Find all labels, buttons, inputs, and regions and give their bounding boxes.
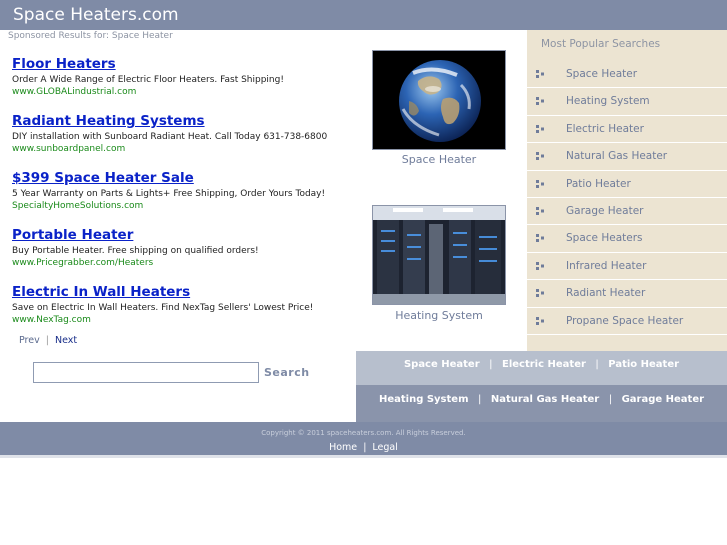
bullet-icon: [536, 289, 544, 298]
ad-item: Radiant Heating Systems DIY installation…: [12, 113, 362, 170]
bullet-icon: [536, 124, 544, 133]
popular-searches-list: Space Heater Heating System Electric Hea…: [527, 61, 727, 335]
earth-image-graphic: [373, 51, 505, 149]
popular-search-label: Space Heater: [566, 68, 638, 80]
ad-list: Floor Heaters Order A Wide Range of Elec…: [12, 56, 362, 341]
band-link[interactable]: Space Heater: [404, 359, 480, 370]
bullet-icon: [536, 316, 544, 325]
ad-item: Electric In Wall Heaters Save on Electri…: [12, 284, 362, 341]
popular-search-label: Electric Heater: [566, 122, 644, 135]
popular-search-item[interactable]: Space Heater: [527, 61, 727, 89]
popular-search-item[interactable]: Radiant Heater: [527, 280, 727, 308]
ad-url[interactable]: www.NexTag.com: [12, 315, 362, 326]
earth-image[interactable]: [372, 50, 506, 150]
ad-description: Order A Wide Range of Electric Floor Hea…: [12, 75, 284, 85]
sponsored-label: Sponsored Results for: Space Heater: [8, 31, 173, 41]
space-heater-caption[interactable]: Space Heater: [372, 153, 506, 166]
footer-separator: |: [363, 442, 367, 453]
ad-description: Buy Portable Heater. Free shipping on qu…: [12, 246, 259, 256]
bullet-icon: [536, 206, 544, 215]
pager: Prev | Next: [19, 335, 77, 346]
popular-searches-panel: Most Popular Searches Space Heater Heati…: [527, 30, 727, 351]
related-links: Space Heater | Electric Heater | Patio H…: [404, 359, 679, 370]
popular-search-label: Space Heaters: [566, 232, 643, 245]
related-links-band-top: Space Heater | Electric Heater | Patio H…: [356, 351, 727, 385]
legal-link[interactable]: Legal: [372, 442, 397, 453]
band-link[interactable]: Natural Gas Heater: [491, 394, 599, 405]
popular-search-item[interactable]: Garage Heater: [527, 198, 727, 226]
ad-title-link[interactable]: $399 Space Heater Sale: [12, 170, 362, 187]
popular-search-label: Garage Heater: [566, 204, 644, 217]
search-button[interactable]: Search: [264, 366, 310, 379]
popular-search-item[interactable]: Propane Space Heater: [527, 308, 727, 335]
site-footer: Copyright © 2011 spaceheaters.com. All R…: [0, 422, 727, 455]
popular-search-label: Propane Space Heater: [566, 314, 684, 327]
popular-search-label: Heating System: [566, 95, 650, 108]
next-link[interactable]: Next: [55, 335, 77, 346]
band-link[interactable]: Garage Heater: [622, 394, 704, 405]
band-link[interactable]: Patio Heater: [608, 359, 679, 370]
popular-search-label: Radiant Heater: [566, 287, 646, 300]
popular-search-label: Patio Heater: [566, 177, 631, 190]
band-link[interactable]: Electric Heater: [502, 359, 586, 370]
bullet-icon: [536, 152, 544, 161]
ad-title-link[interactable]: Radiant Heating Systems: [12, 113, 362, 130]
ad-description: 5 Year Warranty on Parts & Lights+ Free …: [12, 189, 326, 199]
ad-title-link[interactable]: Electric In Wall Heaters: [12, 284, 362, 301]
popular-search-item[interactable]: Natural Gas Heater: [527, 143, 727, 171]
ad-title-link[interactable]: Floor Heaters: [12, 56, 362, 73]
site-header: Space Heaters.com: [0, 0, 727, 30]
site-title[interactable]: Space Heaters.com: [13, 4, 179, 26]
copyright-text: Copyright © 2011 spaceheaters.com. All R…: [261, 429, 466, 437]
related-links: Heating System | Natural Gas Heater | Ga…: [379, 394, 704, 405]
ad-url[interactable]: SpecialtyHomeSolutions.com: [12, 201, 362, 212]
band-link[interactable]: Heating System: [379, 394, 469, 405]
server-room-image-graphic: [373, 206, 505, 304]
pager-separator: |: [45, 335, 49, 346]
bullet-icon: [536, 261, 544, 270]
ad-description: DIY installation with Sunboard Radiant H…: [12, 132, 328, 142]
ad-description: Save on Electric In Wall Heaters. Find N…: [12, 303, 314, 313]
search-input[interactable]: [33, 362, 259, 383]
heating-system-caption[interactable]: Heating System: [372, 309, 506, 322]
home-link[interactable]: Home: [329, 442, 357, 453]
ad-item: $399 Space Heater Sale 5 Year Warranty o…: [12, 170, 362, 227]
bullet-icon: [536, 97, 544, 106]
popular-search-item[interactable]: Electric Heater: [527, 116, 727, 144]
ad-item: Floor Heaters Order A Wide Range of Elec…: [12, 56, 362, 113]
prev-link[interactable]: Prev: [19, 335, 40, 346]
popular-search-item[interactable]: Heating System: [527, 88, 727, 116]
popular-search-item[interactable]: Infrared Heater: [527, 253, 727, 281]
band-separator: |: [477, 394, 482, 405]
footer-shadow: [0, 455, 727, 458]
bullet-icon: [536, 70, 544, 78]
band-separator: |: [595, 359, 599, 370]
ad-item: Portable Heater Buy Portable Heater. Fre…: [12, 227, 362, 284]
ad-title-link[interactable]: Portable Heater: [12, 227, 362, 244]
popular-search-label: Natural Gas Heater: [566, 150, 668, 163]
popular-search-item[interactable]: Patio Heater: [527, 171, 727, 198]
page: Space Heaters.com Sponsored Results for:…: [0, 0, 727, 545]
band-separator: |: [608, 394, 613, 405]
ad-url[interactable]: www.sunboardpanel.com: [12, 144, 362, 155]
related-links-band-bottom: Heating System | Natural Gas Heater | Ga…: [356, 385, 727, 422]
ad-url[interactable]: www.GLOBALindustrial.com: [12, 87, 362, 98]
ad-url[interactable]: www.Pricegrabber.com/Heaters: [12, 258, 362, 269]
bullet-icon: [536, 234, 544, 243]
footer-links: Home | Legal: [0, 442, 727, 453]
band-separator: |: [489, 359, 493, 370]
popular-searches-heading: Most Popular Searches: [541, 38, 661, 50]
bullet-icon: [536, 179, 544, 188]
popular-search-item[interactable]: Space Heaters: [527, 225, 727, 253]
popular-search-label: Infrared Heater: [566, 259, 647, 272]
server-room-image[interactable]: [372, 205, 506, 305]
